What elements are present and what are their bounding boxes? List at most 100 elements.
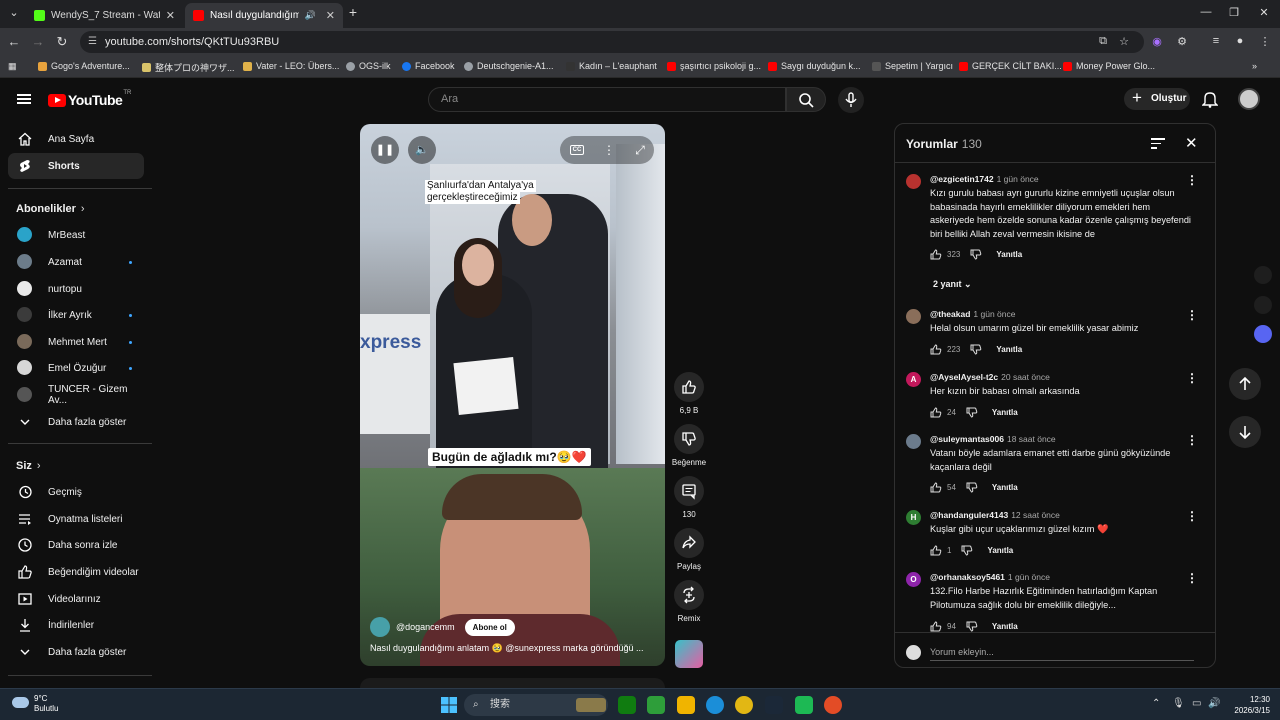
thumbs-up-icon[interactable] (930, 407, 942, 418)
reload-icon[interactable]: ↻ (54, 34, 70, 50)
comment-menu-icon[interactable]: ⋮ (1186, 571, 1198, 585)
reply-button[interactable]: Yanıtla (987, 546, 1013, 555)
thumbs-down-icon[interactable] (970, 249, 982, 260)
system-clock[interactable]: 12:30 2026/3/15 (1224, 694, 1270, 716)
subscribe-button[interactable]: Abone ol (464, 618, 515, 636)
new-tab-button[interactable]: + (343, 4, 363, 20)
thumbs-down-icon[interactable] (966, 482, 978, 493)
comments-button[interactable] (674, 476, 704, 506)
sidebar-item-tuncer[interactable]: TUNCER - Gizem Av... (8, 382, 144, 408)
tab-youtube[interactable]: Nasıl duygulandığımı anl 🔊 ✕ (185, 3, 343, 28)
chrome-active-icon[interactable] (824, 696, 842, 714)
thumbs-up-icon[interactable] (930, 621, 942, 632)
more-options-icon[interactable]: ⋮ (595, 136, 623, 164)
video-title[interactable]: Nasıl duygulandığımı anlatam 🥹 @sunexpre… (370, 643, 660, 654)
commenter-avatar[interactable]: A (906, 372, 921, 387)
network-icon[interactable]: ▭ (1192, 698, 1201, 709)
back-icon[interactable]: ← (6, 34, 22, 49)
remix-button[interactable] (674, 580, 704, 610)
restore-icon[interactable]: ❐ (1224, 6, 1244, 19)
sidebar-item-azamat[interactable]: Azamat (8, 249, 144, 275)
sidebar-item-emel-ozugur[interactable]: Emel Özuğur (8, 355, 144, 381)
comment-author[interactable]: @suleymantas006 18 saat önce (930, 434, 1056, 444)
bookmark-item[interactable]: Facebook (402, 61, 455, 71)
you-heading[interactable]: Siz › (16, 460, 41, 472)
translate-icon[interactable] (1254, 266, 1272, 284)
microphone-icon[interactable]: 🎙 (1172, 698, 1185, 709)
bookmark-item[interactable]: GERÇEK CİLT BAKI... (959, 61, 1062, 71)
thumbs-down-icon[interactable] (970, 344, 982, 355)
tab-stream[interactable]: WendyS_7 Stream - Watch Li ✕ (26, 3, 183, 28)
fullscreen-icon[interactable]: ⤢ (626, 136, 654, 164)
extension-icon[interactable]: ◉ (1150, 35, 1164, 48)
bookmark-item[interactable]: Sepetim | Yargıcı (872, 61, 953, 71)
volume-button[interactable]: 🔈 (408, 136, 436, 164)
taskbar-search[interactable]: ⌕ 搜索 (464, 694, 608, 716)
comment-author[interactable]: @AyselAysel-t2c 20 saat önce (930, 372, 1050, 382)
account-avatar[interactable] (1238, 88, 1260, 110)
comment-menu-icon[interactable]: ⋮ (1186, 433, 1198, 447)
subscriptions-heading[interactable]: Abonelikler › (16, 203, 85, 215)
site-info-icon[interactable]: ☰ (88, 31, 97, 53)
previous-short-button[interactable] (1229, 368, 1261, 400)
url-bar[interactable]: ☰ youtube.com/shorts/QKtTUu93RBU (80, 31, 1144, 53)
thumbs-up-icon[interactable] (930, 482, 942, 493)
sidebar-item-downloads[interactable]: İndirilenler (8, 612, 144, 638)
bookmark-item[interactable]: Kadın – L'eauphant (566, 61, 657, 71)
xbox-icon[interactable] (618, 696, 636, 714)
voice-search-button[interactable] (838, 87, 864, 113)
sort-icon[interactable] (1151, 138, 1165, 152)
thumbs-up-icon[interactable] (930, 249, 942, 260)
create-button[interactable]: Oluştur (1124, 87, 1190, 110)
bookmark-star-icon[interactable]: ☆ (1117, 35, 1131, 48)
extension-icon[interactable] (1254, 296, 1272, 314)
bookmark-item[interactable]: Saygı duyduğun k... (768, 61, 861, 71)
discord-icon[interactable] (1254, 325, 1272, 343)
comment-menu-icon[interactable]: ⋮ (1186, 173, 1198, 187)
search-input[interactable]: Ara (428, 87, 786, 112)
edge-icon[interactable] (706, 696, 724, 714)
bookmark-item[interactable]: Money Power Glo... (1063, 61, 1155, 71)
channel-name[interactable]: @dogancemm (396, 622, 455, 632)
profile-icon[interactable]: ● (1233, 35, 1247, 47)
bookmark-item[interactable]: Deutschgenie-A1... (464, 61, 554, 71)
weather-widget[interactable]: 9°C Bulutlu (12, 694, 58, 714)
like-button[interactable] (674, 372, 704, 402)
apps-icon[interactable]: ▦ (8, 61, 17, 72)
comment-menu-icon[interactable]: ⋮ (1186, 308, 1198, 322)
view-replies-button[interactable]: 2 yanıt ⌄ (933, 279, 972, 290)
start-icon[interactable] (440, 696, 458, 714)
comment-menu-icon[interactable]: ⋮ (1186, 371, 1198, 385)
bookmark-item[interactable]: Vater - LEO: Übers... (243, 61, 339, 71)
thumbs-down-icon[interactable] (961, 545, 973, 556)
comment-author[interactable]: @handanguler4143 12 saat önce (930, 510, 1060, 520)
minimize-icon[interactable]: — (1196, 6, 1216, 18)
chrome-icon[interactable] (735, 696, 753, 714)
steam-icon[interactable] (765, 696, 783, 714)
thumbs-down-icon[interactable] (966, 407, 978, 418)
sidebar-item-show-more[interactable]: Daha fazla göster (8, 639, 144, 665)
notifications-button[interactable] (1201, 90, 1219, 113)
reply-button[interactable]: Yanıtla (996, 250, 1022, 259)
channel-avatar[interactable] (370, 617, 390, 637)
shorts-video-player[interactable]: xpress Şanlıurfa'dan Antalya'ya gerçekle… (360, 124, 665, 666)
sidebar-item-history[interactable]: Geçmiş (8, 479, 144, 505)
commenter-avatar[interactable]: O (906, 572, 921, 587)
app-icon[interactable] (795, 696, 813, 714)
show-hidden-icons[interactable]: ⌃ (1152, 698, 1160, 709)
sidebar-item-show-more-subs[interactable]: Daha fazla göster (8, 409, 144, 435)
sidebar-item-home[interactable]: Ana Sayfa (8, 126, 144, 152)
extensions-puzzle-icon[interactable]: ⚙ (1175, 35, 1189, 48)
close-window-icon[interactable]: ✕ (1254, 6, 1274, 19)
pause-button[interactable]: ❚❚ (371, 136, 399, 164)
search-button[interactable] (786, 87, 826, 112)
sidebar-item-your-videos[interactable]: Videolarınız (8, 586, 144, 612)
close-tab-icon[interactable]: ✕ (166, 9, 175, 22)
bookmark-item[interactable]: şaşırtıcı psikoloji g... (667, 61, 761, 71)
sidebar-item-mehmet-mert[interactable]: Mehmet Mert (8, 329, 144, 355)
commenter-avatar[interactable] (906, 434, 921, 449)
bookmark-item[interactable]: 整体プロの神ワザ... (142, 61, 235, 74)
remix-thumbnail[interactable] (675, 640, 703, 668)
next-short-button[interactable] (1229, 416, 1261, 448)
youtube-logo[interactable]: YouTube TR (48, 90, 131, 108)
